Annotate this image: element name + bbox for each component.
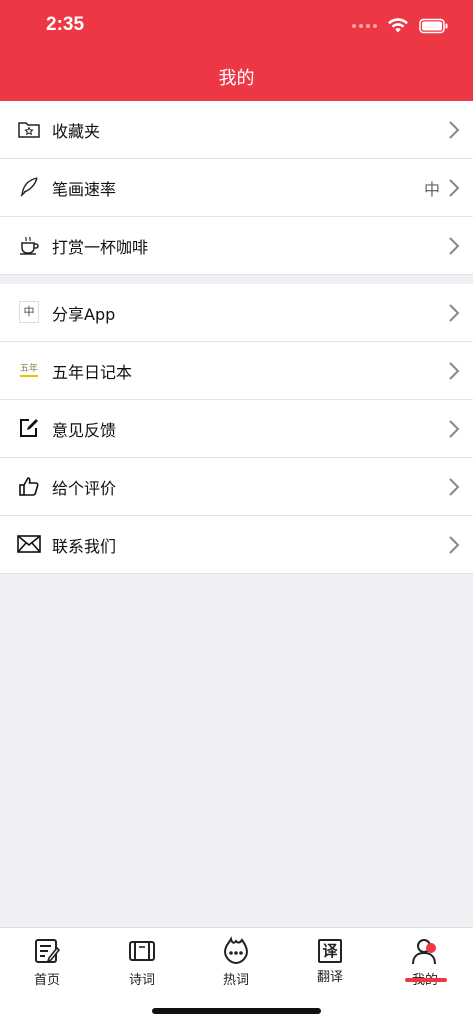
menu-row-five-year-diary[interactable]: 五年 五年日记本 [0, 342, 473, 400]
settings-group-1: 收藏夹 笔画速率 中 打赏一杯咖啡 [0, 101, 473, 275]
tab-poems[interactable]: 诗词 [112, 936, 172, 988]
thumbs-up-icon [17, 473, 41, 499]
battery-icon [419, 18, 448, 34]
chevron-right-icon [449, 362, 460, 380]
menu-row-label: 笔画速率 [52, 180, 117, 199]
menu-row-feedback[interactable]: 意见反馈 [0, 400, 473, 458]
home-doc-icon [35, 939, 61, 963]
tab-label: 热词 [222, 973, 249, 988]
chevron-right-icon [449, 121, 460, 139]
header-bar: 2:35 我的 [0, 0, 473, 101]
status-indicators [352, 14, 449, 38]
chevron-right-icon [449, 237, 460, 255]
menu-row-label: 五年日记本 [52, 363, 133, 382]
scroll-icon [129, 941, 155, 961]
signal-icon [352, 24, 377, 28]
tab-translate[interactable]: 译 翻译 [300, 936, 360, 985]
chevron-right-icon [449, 478, 460, 496]
menu-row-share-app[interactable]: 中 分享App [0, 284, 473, 342]
menu-row-tip-coffee[interactable]: 打赏一杯咖啡 [0, 217, 473, 275]
app-logo-glyph: 中 [19, 301, 39, 323]
tab-hot-words[interactable]: 热词 [206, 936, 266, 988]
menu-row-label: 分享App [52, 305, 116, 324]
tab-home[interactable]: 首页 [17, 936, 77, 988]
quill-icon [17, 174, 41, 200]
page-title: 我的 [218, 68, 255, 89]
envelope-icon [17, 531, 41, 557]
chevron-right-icon [449, 304, 460, 322]
status-time: 2:35 [46, 14, 85, 35]
chevron-right-icon [449, 179, 460, 197]
tab-label: 首页 [33, 973, 60, 988]
active-tab-indicator [405, 978, 447, 982]
chevron-right-icon [449, 536, 460, 554]
flame-chat-icon [223, 936, 249, 965]
person-icon [412, 939, 436, 965]
menu-row-favorites[interactable]: 收藏夹 [0, 101, 473, 159]
diary-app-icon: 五年 [17, 357, 41, 383]
menu-row-label: 联系我们 [52, 537, 117, 556]
folder-star-icon [17, 116, 41, 142]
stroke-speed-value: 中 [423, 180, 440, 199]
menu-row-stroke-speed[interactable]: 笔画速率 中 [0, 159, 473, 217]
menu-row-label: 意见反馈 [52, 421, 117, 440]
settings-group-2: 中 分享App 五年 五年日记本 意见反馈 给个评价 联系我们 [0, 284, 473, 574]
home-indicator [152, 1008, 321, 1014]
chevron-right-icon [449, 420, 460, 438]
coffee-cup-icon [17, 232, 41, 258]
app-logo-icon: 中 [17, 299, 41, 325]
translate-icon: 译 [318, 939, 342, 963]
menu-row-label: 收藏夹 [52, 122, 101, 141]
menu-row-rate[interactable]: 给个评价 [0, 458, 473, 516]
menu-row-label: 给个评价 [52, 479, 117, 498]
edit-note-icon [17, 415, 41, 441]
tab-label: 诗词 [128, 973, 155, 988]
tab-label: 翻译 [316, 970, 343, 985]
wifi-icon [388, 18, 408, 33]
menu-row-label: 打赏一杯咖啡 [52, 238, 149, 257]
menu-row-contact[interactable]: 联系我们 [0, 516, 473, 574]
diary-logo-glyph: 五年 [19, 364, 38, 377]
